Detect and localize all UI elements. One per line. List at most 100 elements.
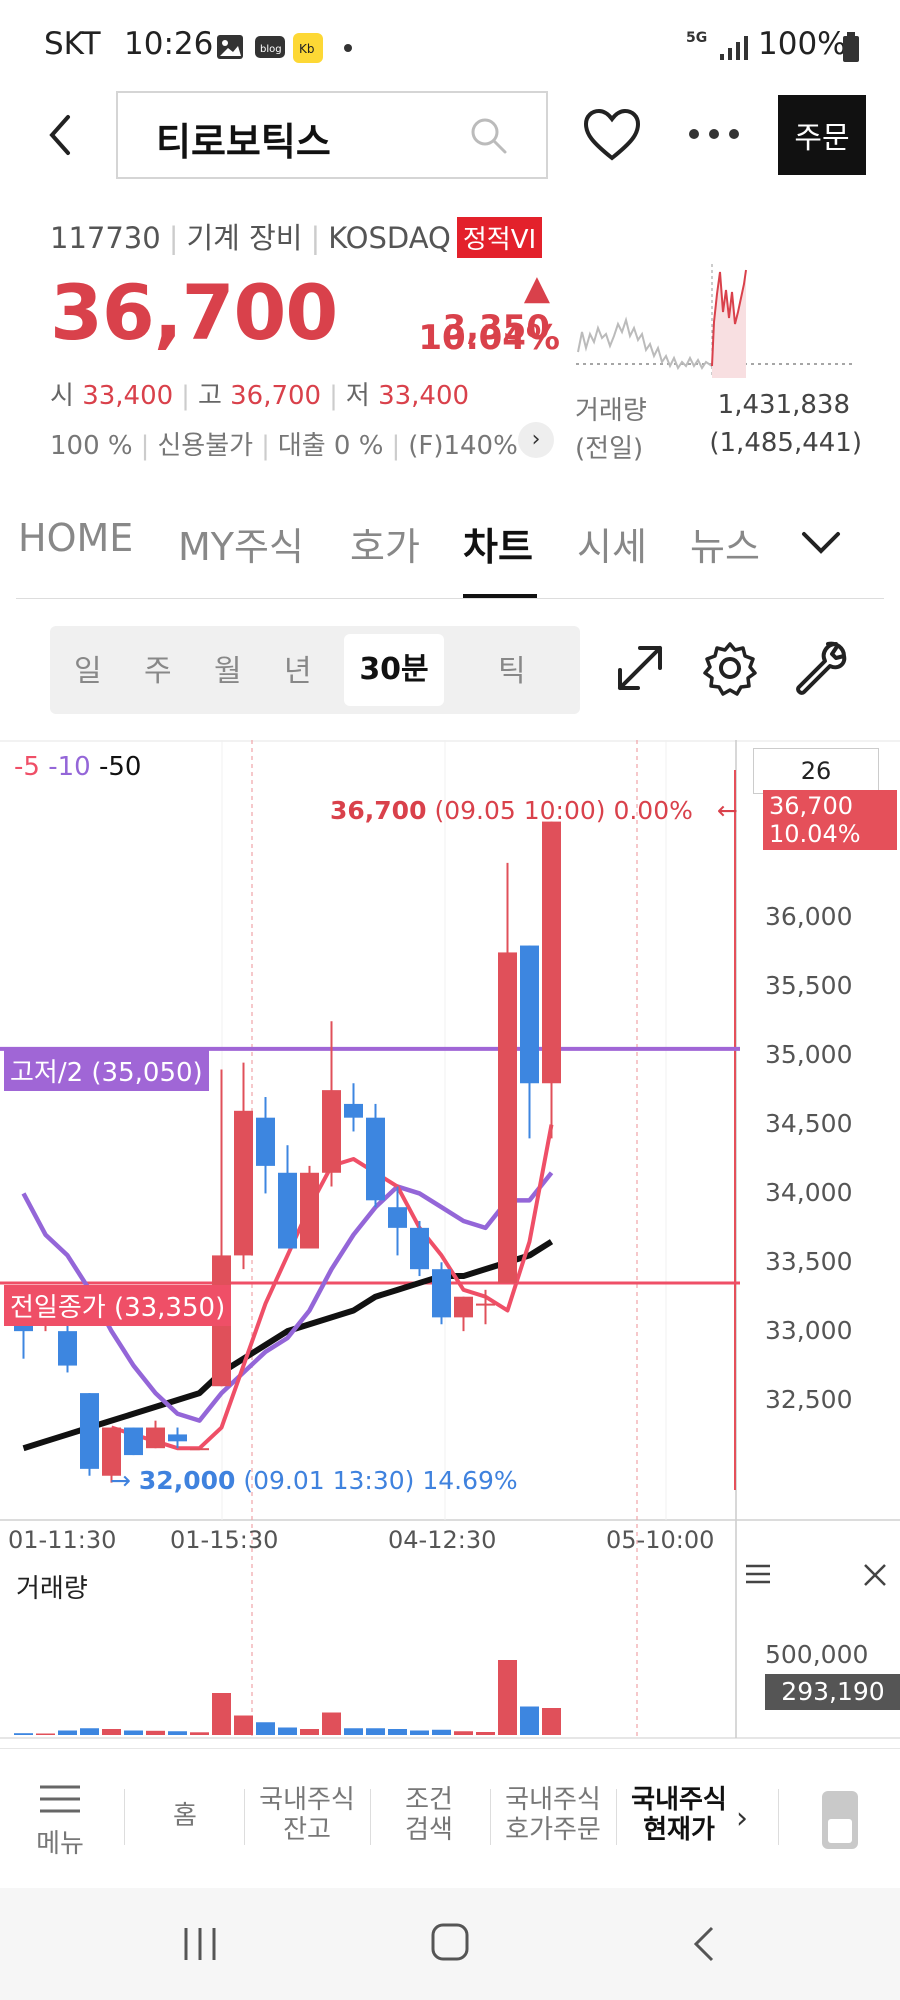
volume-bar — [520, 1706, 539, 1735]
volume-bar — [410, 1730, 429, 1735]
order-button[interactable]: 주문 — [778, 95, 866, 175]
bottom-navigation: 메뉴 홈 국내주식 잔고 조건 검색 국내주식 호가주문 국내주식 현재가 › — [0, 1748, 900, 1888]
tab-quotes[interactable]: 시세 — [577, 516, 647, 571]
favorite-heart-icon[interactable] — [582, 108, 642, 162]
low-label: 저 — [345, 381, 370, 411]
stock-search-box[interactable]: 티로보틱스 — [116, 91, 548, 179]
nav-scroll-arrow[interactable]: › — [736, 1801, 748, 1836]
candle-body — [498, 952, 517, 1283]
candle-body — [58, 1331, 77, 1366]
prev-close-line-label: 전일종가 (33,350) — [4, 1285, 232, 1326]
nav-divider — [616, 1789, 617, 1845]
period-month[interactable]: 월 — [214, 646, 242, 690]
tab-my-stock[interactable]: MY주식 — [178, 516, 304, 571]
current-tag-pct: 10.04% — [769, 820, 861, 848]
back-arrow-icon[interactable] — [40, 105, 80, 165]
time-tick: 05-10:00 — [606, 1526, 715, 1554]
prev-volume-label: (전일) — [575, 434, 644, 464]
period-week[interactable]: 주 — [144, 646, 172, 690]
tab-home[interactable]: HOME — [18, 516, 133, 560]
ma10-legend: -10 — [48, 752, 91, 782]
time-tick: 04-12:30 — [388, 1526, 497, 1554]
volume-bar — [14, 1733, 33, 1735]
period-year[interactable]: 년 — [284, 646, 312, 690]
tab-news[interactable]: 뉴스 — [690, 516, 760, 571]
candle-body — [234, 1110, 253, 1256]
volume-bar — [454, 1731, 473, 1735]
ma-legend: -5 -10 -50 — [14, 752, 141, 782]
period-day[interactable]: 일 — [74, 646, 102, 690]
volume-menu-icon[interactable] — [744, 1562, 772, 1586]
intraday-mini-chart — [576, 264, 852, 378]
chevron-down-icon[interactable] — [800, 530, 842, 556]
candle-body — [410, 1227, 429, 1270]
volume-tick: 500,000 — [765, 1640, 869, 1669]
time-tick: 01-15:30 — [170, 1526, 279, 1554]
nav-domestic-order[interactable]: 국내주식 호가주문 — [494, 1785, 612, 1845]
nav-divider — [244, 1789, 245, 1845]
candle-count-box[interactable]: 26 — [753, 748, 879, 794]
tab-orderbook[interactable]: 호가 — [350, 516, 420, 571]
period-tick[interactable]: 틱 — [498, 646, 526, 690]
stock-sector: 기계 장비 — [186, 221, 303, 255]
expand-info-button[interactable]: › — [518, 422, 554, 458]
nav-domestic-balance[interactable]: 국내주식 잔고 — [248, 1785, 366, 1845]
home-icon[interactable] — [430, 1922, 470, 1962]
nav-divider — [778, 1789, 779, 1845]
clock: 10:26 — [124, 26, 214, 62]
battery-icon — [843, 32, 859, 62]
price-tick: 36,000 — [765, 902, 853, 931]
menu-icon[interactable] — [38, 1783, 82, 1817]
volume-bar — [344, 1728, 363, 1735]
nav-home[interactable]: 홈 — [130, 1801, 240, 1831]
phone-app-icon[interactable] — [818, 1789, 862, 1851]
system-back-icon[interactable] — [690, 1924, 720, 1964]
nav-domestic-price[interactable]: 국내주식 현재가 — [620, 1785, 738, 1845]
search-icon[interactable] — [468, 115, 510, 157]
candle-body — [388, 1207, 407, 1228]
volume-bar — [212, 1693, 231, 1735]
high-note-detail: (09.05 10:00) 0.00% — [434, 796, 693, 825]
menu-label[interactable]: 메뉴 — [36, 1829, 84, 1859]
current-tag-price: 36,700 — [769, 792, 853, 820]
battery-percent: 100% — [758, 26, 847, 62]
fullscreen-icon[interactable] — [612, 640, 668, 696]
volume-bar — [388, 1729, 407, 1735]
period-selector: 일 주 월 년 30분 틱 — [50, 626, 580, 714]
price-tick: 33,500 — [765, 1247, 853, 1276]
wrench-icon[interactable] — [792, 638, 852, 698]
high-note-price: 36,700 — [330, 796, 427, 825]
close-volume-icon[interactable] — [862, 1562, 888, 1588]
nav-divider — [490, 1789, 491, 1845]
stock-market: KOSDAQ — [328, 221, 451, 255]
system-navigation-bar — [0, 1888, 900, 2000]
volume-bar — [432, 1729, 451, 1735]
open-price: 33,400 — [82, 381, 174, 411]
low-note-detail: (09.01 13:30) 14.69% — [243, 1466, 518, 1495]
settings-gear-icon[interactable] — [702, 640, 758, 696]
volume-bar — [58, 1730, 77, 1735]
high-label: 고 — [197, 381, 222, 411]
candle-body — [300, 1172, 319, 1249]
ma5-legend: -5 — [14, 752, 40, 782]
more-options-icon[interactable] — [686, 126, 742, 142]
ohl-row: 시 33,400 | 고 36,700 | 저 33,400 — [50, 381, 470, 411]
svg-text:blog: blog — [260, 44, 282, 55]
price-tick: 35,500 — [765, 971, 853, 1000]
volume-bar — [366, 1728, 385, 1735]
tab-chart[interactable]: 차트 — [463, 516, 533, 571]
volume-bar — [190, 1732, 209, 1735]
period-30min[interactable]: 30분 — [344, 634, 444, 706]
volume-bar — [542, 1708, 561, 1735]
price-tick: 35,000 — [765, 1040, 853, 1069]
candlestick-chart[interactable] — [0, 740, 900, 1740]
candle-body — [520, 945, 539, 1084]
nav-condition-search[interactable]: 조건 검색 — [374, 1785, 484, 1845]
stock-tab-bar: HOME MY주식 호가 차트 시세 뉴스 — [0, 500, 900, 600]
tab-divider — [16, 598, 884, 599]
futures-flag: (F)140% — [408, 431, 518, 461]
volume-bar — [168, 1731, 187, 1735]
volume-bar — [102, 1729, 121, 1735]
low-annotation: → 32,000 (09.01 13:30) 14.69% — [110, 1466, 518, 1495]
recent-apps-icon[interactable] — [180, 1924, 220, 1964]
